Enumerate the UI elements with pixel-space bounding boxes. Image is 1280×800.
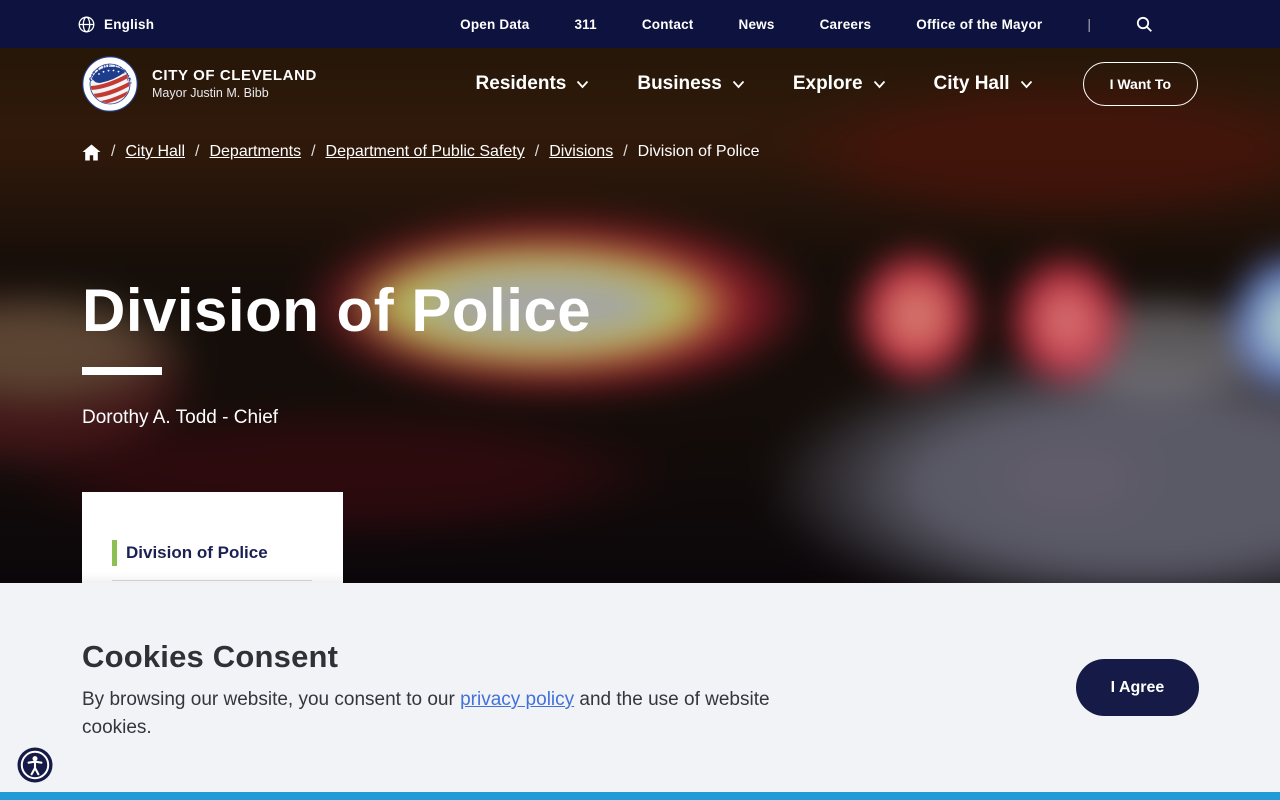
city-of-cleveland-seal: CITY OF CLEVELAND bbox=[82, 56, 138, 112]
utility-link-office-of-the-mayor[interactable]: Office of the Mayor bbox=[916, 17, 1042, 32]
chevron-down-icon bbox=[1020, 80, 1033, 89]
breadcrumb: / City Hall / Departments / Department o… bbox=[82, 143, 759, 161]
hero-content: Division of Police Dorothy A. Todd - Chi… bbox=[82, 276, 591, 429]
privacy-policy-link[interactable]: privacy policy bbox=[460, 689, 574, 710]
brand-home-link[interactable]: CITY OF CLEVELAND CITY OF CLEVELAND Mayo… bbox=[82, 56, 317, 112]
cookie-consent-title: Cookies Consent bbox=[82, 639, 339, 674]
breadcrumb-department-of-public-safety[interactable]: Department of Public Safety bbox=[326, 143, 525, 161]
breadcrumb-departments[interactable]: Departments bbox=[209, 143, 301, 161]
language-label[interactable]: English bbox=[104, 17, 154, 32]
utility-link-contact[interactable]: Contact bbox=[642, 17, 694, 32]
chevron-down-icon bbox=[873, 80, 886, 89]
i-want-to-button[interactable]: I Want To bbox=[1082, 62, 1198, 106]
accessibility-icon bbox=[17, 747, 53, 783]
breadcrumb-separator: / bbox=[534, 143, 540, 160]
i-agree-button[interactable]: I Agree bbox=[1076, 659, 1199, 716]
main-navigation: Residents Business Explore City Hall I W… bbox=[476, 62, 1198, 106]
breadcrumb-city-hall[interactable]: City Hall bbox=[125, 143, 185, 161]
search-icon bbox=[1136, 16, 1153, 33]
globe-icon bbox=[78, 16, 95, 33]
chief-name-subtitle: Dorothy A. Todd - Chief bbox=[82, 407, 279, 428]
brand-title: CITY OF CLEVELAND bbox=[152, 66, 317, 84]
language-selector[interactable]: English bbox=[78, 16, 154, 33]
nav-item-residents[interactable]: Residents bbox=[476, 73, 590, 95]
utility-bar: English Open Data 311 Contact News Caree… bbox=[0, 0, 1280, 48]
breadcrumb-separator: / bbox=[623, 143, 628, 160]
brand-subtitle: Mayor Justin M. Bibb bbox=[152, 85, 269, 100]
chevron-down-icon bbox=[732, 80, 745, 89]
title-underline-rule bbox=[82, 367, 162, 375]
utility-link-311[interactable]: 311 bbox=[574, 17, 596, 32]
cookie-consent-banner: Cookies Consent By browsing our website,… bbox=[0, 583, 1280, 792]
utility-links: Open Data 311 Contact News Careers Offic… bbox=[460, 16, 1153, 33]
nav-item-city-hall[interactable]: City Hall bbox=[934, 73, 1033, 95]
nav-item-business[interactable]: Business bbox=[637, 73, 744, 95]
section-nav-divider bbox=[112, 580, 312, 581]
chevron-down-icon bbox=[576, 80, 589, 89]
cookie-consent-text: By browsing our website, you consent to … bbox=[82, 686, 827, 742]
utility-link-news[interactable]: News bbox=[739, 17, 775, 32]
utility-divider: | bbox=[1087, 16, 1091, 32]
home-icon[interactable] bbox=[82, 144, 101, 161]
accessibility-widget-button[interactable] bbox=[17, 747, 53, 783]
section-nav-item-division-of-police[interactable]: Division of Police bbox=[112, 540, 343, 566]
active-indicator-bar bbox=[112, 540, 117, 566]
cookie-text-before-link: By browsing our website, you consent to … bbox=[82, 689, 461, 710]
brand-text: CITY OF CLEVELAND Mayor Justin M. Bibb bbox=[152, 67, 317, 101]
utility-link-open-data[interactable]: Open Data bbox=[460, 17, 529, 32]
search-button[interactable] bbox=[1136, 16, 1153, 33]
breadcrumb-separator: / bbox=[111, 143, 116, 160]
utility-link-careers[interactable]: Careers bbox=[820, 17, 872, 32]
site-header: CITY OF CLEVELAND CITY OF CLEVELAND Mayo… bbox=[0, 48, 1280, 120]
breadcrumb-divisions[interactable]: Divisions bbox=[549, 143, 613, 161]
breadcrumb-current-page: Division of Police bbox=[637, 143, 760, 160]
page-title: Division of Police bbox=[82, 277, 592, 344]
footer-accent-bar bbox=[0, 792, 1280, 800]
nav-item-explore[interactable]: Explore bbox=[793, 73, 886, 95]
breadcrumb-separator: / bbox=[311, 143, 316, 160]
breadcrumb-separator: / bbox=[195, 143, 200, 160]
